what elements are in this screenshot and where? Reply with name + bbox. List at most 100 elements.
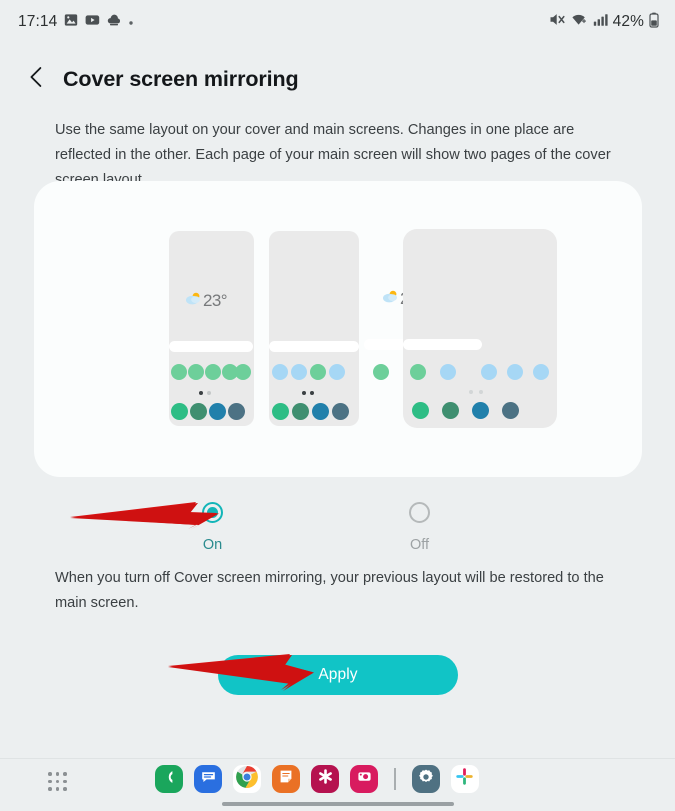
app-dot — [188, 364, 204, 380]
taskbar-dock — [155, 765, 479, 793]
preview-panel-cover-page-2 — [269, 231, 359, 426]
weather-widget: 23° — [185, 291, 228, 311]
dock-row — [171, 403, 245, 420]
layout-preview-card: 23° — [34, 181, 642, 477]
wifi-icon — [571, 12, 588, 32]
grid-dot — [55, 787, 60, 791]
app-dot — [373, 364, 389, 380]
page-dot — [479, 390, 483, 394]
app-dot — [481, 364, 497, 380]
mute-icon — [549, 12, 566, 32]
more-dot-icon — [128, 13, 134, 31]
chrome-app[interactable] — [233, 765, 261, 793]
grid-dot — [48, 787, 52, 791]
partly-cloudy-icon — [382, 289, 399, 309]
slack-app[interactable] — [450, 765, 479, 793]
page-dot — [469, 390, 473, 394]
radio-off-label: Off — [409, 537, 430, 553]
app-dot — [440, 364, 456, 380]
app-row-left-half — [410, 364, 456, 380]
cloud-upload-icon — [107, 13, 121, 32]
slack-icon — [455, 767, 474, 791]
note-page-icon — [278, 768, 294, 790]
dock-row — [272, 403, 349, 420]
app-dot — [507, 364, 523, 380]
dock-dot — [209, 403, 226, 420]
partly-cloudy-icon — [185, 291, 202, 311]
settings-app[interactable] — [411, 765, 440, 793]
page-header: Cover screen mirroring — [0, 56, 675, 102]
taskbar — [0, 758, 675, 811]
dock-dot — [412, 402, 429, 419]
messages-app[interactable] — [194, 765, 222, 793]
camera-app[interactable] — [350, 765, 378, 793]
overflow-app-dot — [373, 364, 389, 380]
search-bar-placeholder — [169, 341, 253, 352]
apply-button[interactable]: Apply — [218, 655, 458, 695]
weather-temperature: 23° — [203, 291, 228, 310]
radio-off-indicator[interactable] — [409, 502, 430, 523]
page-dot-active — [199, 391, 203, 395]
app-dot — [329, 364, 345, 380]
app-dot — [533, 364, 549, 380]
home-indicator[interactable] — [221, 802, 454, 806]
bottom-note-text: When you turn off Cover screen mirroring… — [55, 570, 604, 611]
page-indicator-dots — [469, 390, 483, 394]
page-dot-active — [302, 391, 306, 395]
radio-on-inner-dot — [207, 507, 218, 518]
notes-app[interactable] — [272, 765, 300, 793]
status-bar-left: 17:14 — [18, 13, 134, 32]
status-bar: 17:14 42% — [0, 0, 675, 44]
app-dot — [410, 364, 426, 380]
search-bar-placeholder — [403, 339, 482, 350]
dock-dot — [472, 402, 489, 419]
dock-dot — [171, 403, 188, 420]
chevron-left-icon — [27, 65, 46, 94]
dock-dot — [332, 403, 349, 420]
phone-icon — [161, 769, 177, 790]
app-dot — [310, 364, 326, 380]
preview-panel-cover-page-1: 23° — [169, 231, 254, 426]
app-dot — [171, 364, 187, 380]
battery-icon — [649, 12, 659, 33]
app-row-right-half — [481, 364, 549, 380]
app-row — [272, 364, 345, 380]
youtube-icon — [85, 13, 100, 32]
dock-dot — [312, 403, 329, 420]
grid-dot — [55, 772, 60, 776]
dock-dot — [228, 403, 245, 420]
back-button[interactable] — [20, 63, 52, 95]
search-bar-placeholder — [269, 341, 359, 352]
preview-panel-main-screen — [403, 229, 557, 428]
app-dot — [272, 364, 288, 380]
dock-dot — [190, 403, 207, 420]
apps-grid-icon[interactable] — [44, 768, 72, 796]
battery-percent: 42% — [612, 13, 644, 30]
page-title: Cover screen mirroring — [63, 66, 299, 91]
status-bar-right: 42% — [549, 12, 659, 33]
dock-dot — [272, 403, 289, 420]
gear-icon — [417, 768, 435, 791]
grid-dot — [63, 772, 67, 776]
radio-on-indicator[interactable] — [202, 502, 223, 523]
asterisk-flower-icon — [317, 768, 334, 790]
radio-option-off[interactable]: Off — [409, 502, 430, 553]
phone-app[interactable] — [155, 765, 183, 793]
grid-dot — [48, 779, 52, 784]
mirroring-toggle-group: On Off — [34, 500, 642, 562]
grid-dot — [63, 779, 67, 784]
page-dot-active — [310, 391, 314, 395]
app-dot — [235, 364, 251, 380]
dock-dot — [442, 402, 459, 419]
grid-dot — [63, 787, 67, 791]
photos-icon — [64, 13, 78, 32]
dock-dot — [502, 402, 519, 419]
chrome-icon — [235, 765, 259, 794]
radio-on-label: On — [202, 537, 223, 553]
fitness-app[interactable] — [311, 765, 339, 793]
radio-option-on[interactable]: On — [202, 502, 223, 553]
page-dot — [207, 391, 211, 395]
grid-dot — [55, 779, 60, 784]
message-bubble-icon — [200, 768, 217, 790]
app-row — [171, 364, 251, 380]
